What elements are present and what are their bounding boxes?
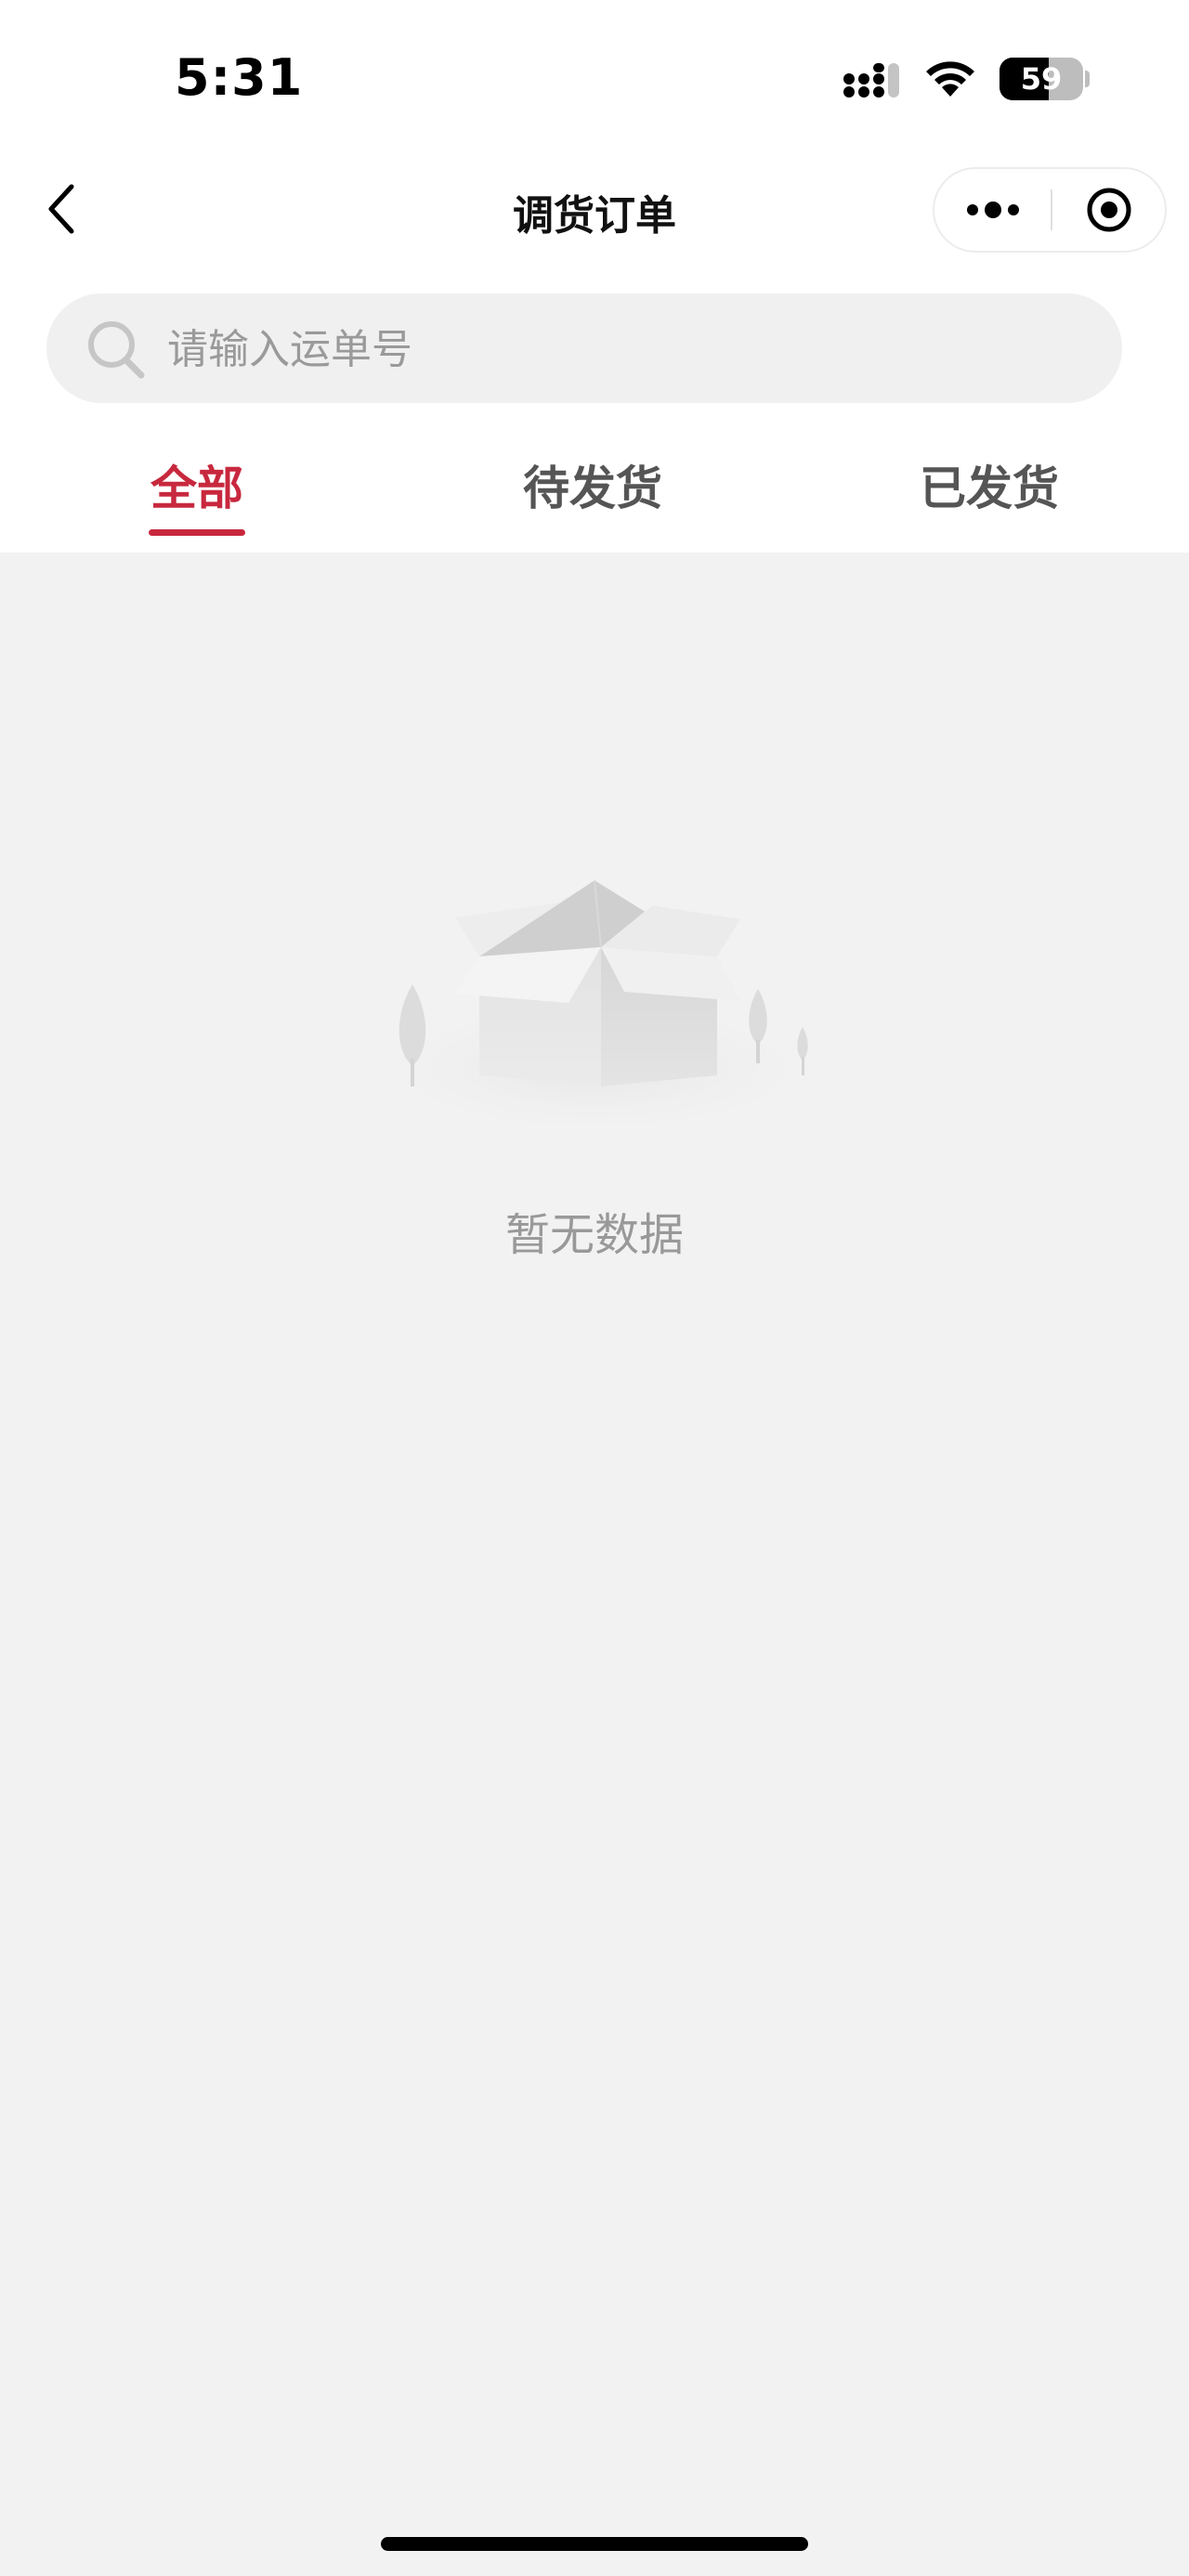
header-area: 5:31 59 调货订单 请输入运单号 全部 待发货 已发货 (0, 0, 1189, 553)
empty-state-text: 暂无数据 (504, 1209, 684, 1261)
tab-shipped-label: 已发货 (920, 462, 1059, 515)
close-button[interactable] (1052, 169, 1165, 251)
tab-all-label: 全部 (150, 462, 243, 515)
more-button[interactable] (934, 169, 1051, 251)
tab-active-indicator (149, 529, 245, 536)
battery-cap (1085, 71, 1090, 87)
battery-icon: 59 (1000, 58, 1083, 100)
search-bar[interactable] (46, 293, 1122, 405)
status-time: 5:31 (175, 48, 304, 107)
wifi-icon (926, 61, 974, 97)
battery-level: 59 (1020, 61, 1063, 97)
tab-all[interactable]: 全部 (123, 451, 271, 544)
tab-pending-shipment[interactable]: 待发货 (490, 451, 695, 544)
tab-pending-shipment-label: 待发货 (523, 462, 662, 515)
search-input[interactable] (165, 293, 1079, 405)
target-circle-icon (1087, 188, 1130, 232)
empty-box-icon (346, 879, 843, 1142)
mini-program-capsule (933, 167, 1167, 253)
search-icon (88, 321, 145, 379)
more-dots-icon (966, 202, 1019, 218)
home-indicator[interactable] (381, 2537, 808, 2551)
cellular-signal-icon (843, 63, 899, 98)
tab-shipped[interactable]: 已发货 (887, 451, 1091, 544)
